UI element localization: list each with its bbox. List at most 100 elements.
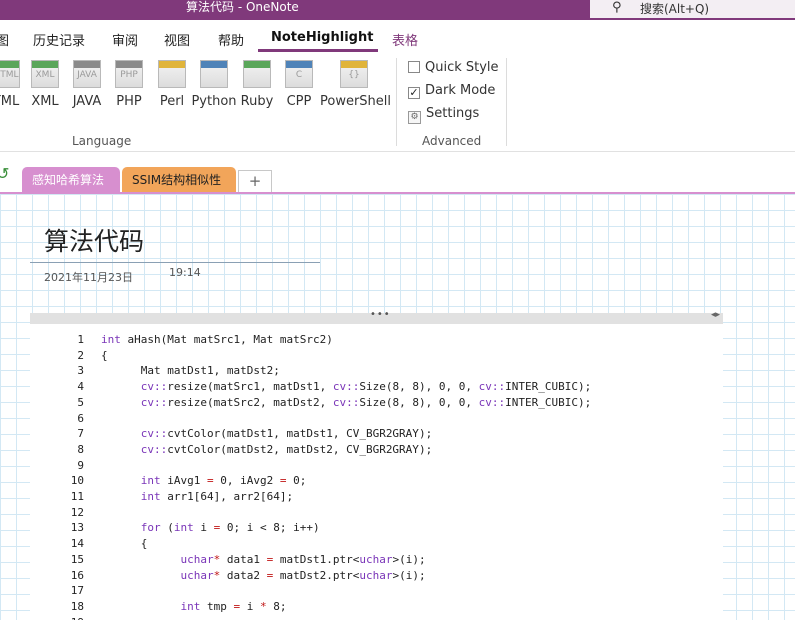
perl-button[interactable]: Perl	[154, 60, 190, 109]
code-block-handle[interactable]: ••• ◂▸	[30, 309, 723, 324]
line-number: 11	[70, 490, 84, 503]
powershell-icon: {}	[340, 60, 368, 88]
code-text: int aHash(Mat matSrc1, Mat matSrc2)	[101, 333, 333, 346]
title-underline	[30, 262, 320, 263]
code-text: cv::cvtColor(matDst2, matDst2, CV_BGR2GR…	[140, 442, 433, 456]
menu-bar: 图 历史记录 审阅 视图 帮助 NoteHighlight 表格	[0, 20, 795, 52]
ribbon: HTML TML XML XML JAVA JAVA PHP PHP Perl …	[0, 52, 795, 152]
line-number: 7	[77, 427, 84, 441]
menu-item-table[interactable]: 表格	[392, 30, 418, 49]
code-text: {	[140, 537, 148, 551]
search-box[interactable]: ⚲ 搜索(Alt+Q)	[590, 0, 795, 18]
ribbon-divider	[396, 58, 397, 146]
php-icon: PHP	[115, 60, 143, 88]
dark-mode-label: Dark Mode	[425, 83, 496, 98]
html-icon: HTML	[0, 60, 20, 88]
ruby-label: Ruby	[240, 94, 274, 109]
perl-label: Perl	[159, 94, 185, 109]
line-number: 9	[77, 458, 84, 472]
line-number: 10	[70, 474, 84, 488]
menu-item-history[interactable]: 历史记录	[33, 30, 85, 49]
ruby-button[interactable]: Ruby	[238, 60, 276, 109]
drag-handle-icon[interactable]: •••	[370, 309, 391, 320]
perl-icon	[158, 60, 186, 88]
code-text: Mat matDst1, matDst2;	[140, 364, 280, 378]
cpp-icon: C	[285, 60, 313, 88]
page-title[interactable]: 算法代码	[44, 222, 144, 258]
python-label: Python	[191, 94, 237, 109]
quick-style-option[interactable]: Quick Style	[408, 60, 499, 75]
section-tab-perceptual-hash[interactable]: 感知哈希算法	[22, 167, 120, 193]
add-section-button[interactable]: +	[238, 170, 272, 192]
advanced-group-label: Advanced	[422, 134, 482, 148]
resize-arrows-icon[interactable]: ◂▸	[711, 310, 720, 320]
ruby-icon	[243, 60, 271, 88]
powershell-label: PowerShell	[320, 94, 392, 109]
settings-label: Settings	[426, 106, 480, 121]
java-icon: JAVA	[73, 60, 101, 88]
code-block[interactable]: ••• ◂▸ 1 int aHash(Mat matSrc1, Mat matSr…	[30, 309, 723, 620]
title-bar: 算法代码 - OneNote ⚲ 搜索(Alt+Q)	[0, 0, 795, 20]
code-text: cv::resize(matSrc2, matDst2, cv::Size(8,…	[140, 395, 592, 409]
page-date: 2021年11月23日	[44, 271, 133, 284]
quick-style-checkbox[interactable]	[408, 61, 420, 73]
search-icon: ⚲	[612, 0, 622, 15]
php-button[interactable]: PHP PHP	[111, 60, 147, 109]
menu-item-notehighlight[interactable]: NoteHighlight	[271, 30, 373, 45]
menu-item-review[interactable]: 审阅	[112, 30, 138, 49]
line-number: 18	[70, 599, 84, 613]
line-number: 17	[70, 584, 84, 598]
code-text: for (int i = 0; i < 8; i++)	[140, 521, 320, 535]
settings-icon: ⚙	[408, 111, 421, 124]
dark-mode-option[interactable]: ✓ Dark Mode	[408, 83, 495, 99]
xml-icon: XML	[31, 60, 59, 88]
line-number: 13	[70, 521, 84, 535]
line-number: 15	[70, 552, 84, 566]
line-number: 19	[50, 616, 84, 620]
cpp-label: CPP	[286, 94, 312, 109]
line-number: 6	[77, 411, 84, 425]
java-label: JAVA	[72, 94, 102, 109]
search-label: 搜索(Alt+Q)	[640, 2, 710, 16]
xml-button[interactable]: XML XML	[27, 60, 63, 109]
code-text: cv::cvtColor(matDst1, matDst1, CV_BGR2GR…	[140, 427, 433, 441]
line-number: 4	[77, 380, 84, 394]
line-number: 16	[70, 568, 84, 582]
python-icon	[200, 60, 228, 88]
menu-item-help[interactable]: 帮助	[218, 30, 244, 49]
dark-mode-checkbox[interactable]: ✓	[408, 87, 420, 99]
line-number: 2	[77, 348, 84, 362]
ribbon-divider-2	[506, 58, 507, 146]
xml-label: XML	[31, 94, 59, 109]
page-time: 19:14	[169, 266, 201, 279]
line-number: 12	[70, 505, 84, 519]
line-number: 14	[70, 537, 84, 551]
cpp-button[interactable]: C CPP	[282, 60, 316, 109]
menu-item-view[interactable]: 视图	[164, 30, 190, 49]
code-text: int tmp = i * 8;	[180, 599, 287, 613]
quick-style-label: Quick Style	[425, 60, 499, 75]
code-text: uchar* data2 = matDst2.ptr<uchar>(i);	[180, 568, 426, 582]
line-number: 1	[77, 333, 84, 346]
section-bar: ↺ 感知哈希算法 SSIM结构相似性	[0, 152, 795, 194]
back-arrow-icon[interactable]: ↺	[0, 164, 9, 183]
code-text: {	[101, 348, 108, 362]
powershell-button[interactable]: {} PowerShell	[320, 60, 392, 109]
line-number: 3	[77, 364, 84, 378]
window-title: 算法代码 - OneNote	[186, 0, 299, 14]
line-number: 5	[77, 395, 84, 409]
php-label: PHP	[116, 94, 142, 109]
settings-option[interactable]: ⚙ Settings	[408, 106, 479, 124]
line-number: 8	[77, 442, 84, 456]
code-text: int iAvg1 = 0, iAvg2 = 0;	[140, 474, 307, 488]
html-label: TML	[0, 94, 20, 109]
java-button[interactable]: JAVA JAVA	[68, 60, 106, 109]
code-text: uchar* data1 = matDst1.ptr<uchar>(i);	[180, 552, 426, 566]
menu-item-draw[interactable]: 图	[0, 30, 9, 49]
html-button[interactable]: HTML TML	[0, 60, 26, 109]
python-button[interactable]: Python	[191, 60, 237, 109]
code-text: cv::resize(matSrc1, matDst1, cv::Size(8,…	[140, 380, 592, 394]
code-text: int arr1[64], arr2[64];	[140, 490, 294, 503]
section-tab-ssim[interactable]: SSIM结构相似性	[122, 167, 236, 193]
language-group-label: Language	[72, 134, 132, 148]
